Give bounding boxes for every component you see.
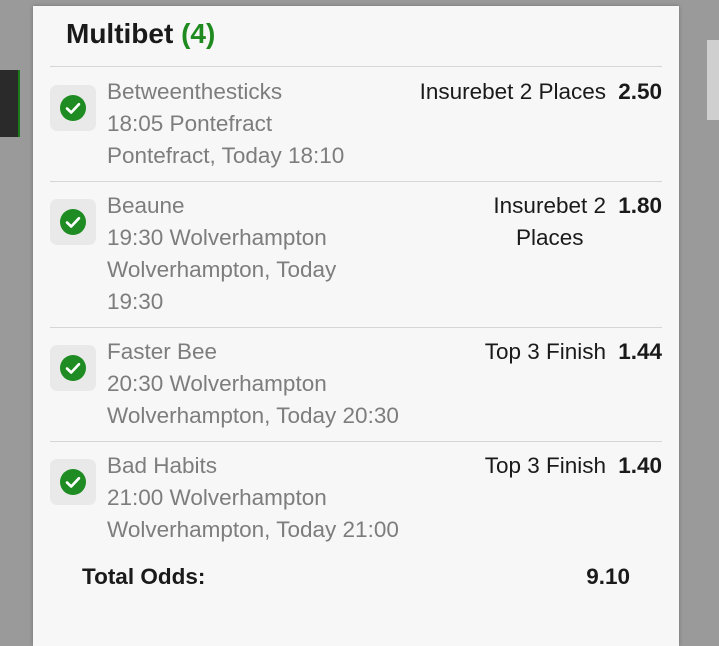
selection-market: Top 3 Finish: [485, 336, 606, 368]
divider: [50, 441, 662, 442]
selection-odds: 1.80: [618, 193, 662, 218]
selection-horse: Betweenthesticks: [107, 79, 283, 104]
total-odds-label: Total Odds:: [82, 564, 206, 589]
selection-check-toggle[interactable]: [50, 459, 96, 505]
selection-horse: Bad Habits: [107, 453, 218, 478]
selection-market-line: Top 3 Finish: [484, 453, 606, 478]
selection-market: Insurebet 2 Places: [420, 76, 606, 108]
divider: [50, 181, 662, 182]
selection-venue: Pontefract, Today 18:10: [107, 143, 345, 168]
multibet-header: Multibet (4): [66, 18, 215, 50]
check-circle-icon: [60, 95, 86, 121]
check-circle-icon: [60, 209, 86, 235]
selection-details: Beaune 19:30 Wolverhampton Wolverhampton…: [107, 190, 336, 318]
selection-venue: Wolverhampton, Today 20:30: [107, 403, 399, 428]
background-card-right: [707, 40, 719, 120]
selection-race: 21:00 Wolverhampton: [107, 485, 327, 510]
selection-odds: 1.40: [618, 453, 662, 478]
divider: [50, 66, 662, 67]
selection-race: 19:30 Wolverhampton: [107, 225, 327, 250]
multibet-title: Multibet: [66, 18, 174, 49]
selection-details: Faster Bee 20:30 Wolverhampton Wolverham…: [107, 336, 399, 432]
selection-check-toggle[interactable]: [50, 345, 96, 391]
selection-details: Betweenthesticks 18:05 Pontefract Pontef…: [107, 76, 344, 172]
selection-market: Insurebet 2 Places: [493, 190, 606, 254]
selection-race: 20:30 Wolverhampton: [107, 371, 327, 396]
check-circle-icon: [60, 355, 86, 381]
selection-odds: 2.50: [618, 79, 662, 104]
selection-market-line: Insurebet 2 Places: [419, 79, 606, 104]
selection-horse: Beaune: [107, 193, 185, 218]
divider: [50, 327, 662, 328]
selection-horse: Faster Bee: [107, 339, 218, 364]
selection-odds: 1.44: [618, 339, 662, 364]
multibet-card: Multibet (4) Betweenthesticks 18:05 Pont…: [33, 6, 679, 646]
selection-market-line: Insurebet 2: [493, 193, 606, 218]
background-card-left: [0, 70, 20, 137]
selection-details: Bad Habits 21:00 Wolverhampton Wolverham…: [107, 450, 399, 546]
selection-check-toggle[interactable]: [50, 199, 96, 245]
selection-check-toggle[interactable]: [50, 85, 96, 131]
selection-venue: Wolverhampton, Today: [107, 257, 337, 282]
selection-market: Top 3 Finish: [485, 450, 606, 482]
selection-venue-time: 19:30: [107, 289, 164, 314]
check-circle-icon: [60, 469, 86, 495]
selection-race: 18:05 Pontefract: [107, 111, 273, 136]
total-odds-value: 9.10: [586, 564, 630, 589]
selection-market-line: Places: [515, 225, 584, 250]
selection-market-line: Top 3 Finish: [484, 339, 606, 364]
selection-venue: Wolverhampton, Today 21:00: [107, 517, 399, 542]
multibet-count: (4): [181, 18, 216, 49]
